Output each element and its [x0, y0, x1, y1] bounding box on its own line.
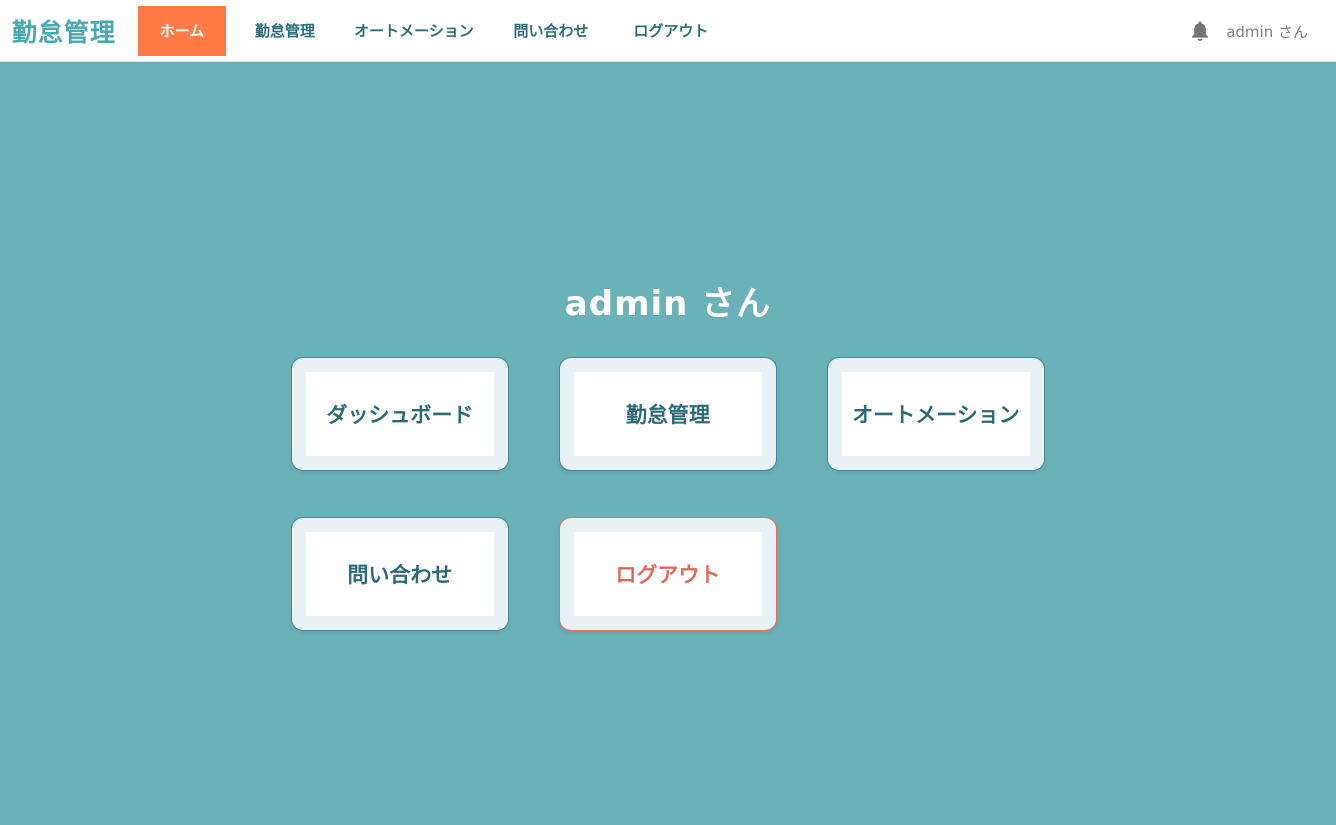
nav-item-automation[interactable]: オートメーション — [338, 6, 490, 56]
card-label: 勤怠管理 — [574, 372, 762, 456]
nav-user-area: admin さん — [1190, 0, 1308, 62]
nav-item-home[interactable]: ホーム — [138, 5, 226, 56]
attendance-card[interactable]: 勤怠管理 — [559, 357, 777, 471]
user-name-label[interactable]: admin さん — [1226, 21, 1308, 42]
card-label: ログアウト — [574, 532, 762, 616]
logout-card[interactable]: ログアウト — [559, 517, 777, 631]
dashboard-card[interactable]: ダッシュボード — [291, 357, 509, 471]
nav-item-attendance[interactable]: 勤怠管理 — [232, 6, 338, 56]
card-label: オートメーション — [842, 372, 1030, 456]
greeting-title: admin さん — [564, 284, 772, 324]
card-label: 問い合わせ — [306, 532, 494, 616]
nav-item-logout[interactable]: ログアウト — [612, 6, 730, 56]
nav-menu: ホーム 勤怠管理 オートメーション 問い合わせ ログアウト — [138, 0, 730, 62]
bell-icon[interactable] — [1190, 20, 1210, 42]
nav-item-contact[interactable]: 問い合わせ — [490, 6, 612, 56]
top-navbar: 勤怠管理 ホーム 勤怠管理 オートメーション 問い合わせ ログアウト admin… — [0, 0, 1336, 62]
automation-card[interactable]: オートメーション — [827, 357, 1045, 471]
brand-logo[interactable]: 勤怠管理 — [12, 13, 132, 49]
card-label: ダッシュボード — [306, 372, 494, 456]
contact-card[interactable]: 問い合わせ — [291, 517, 509, 631]
